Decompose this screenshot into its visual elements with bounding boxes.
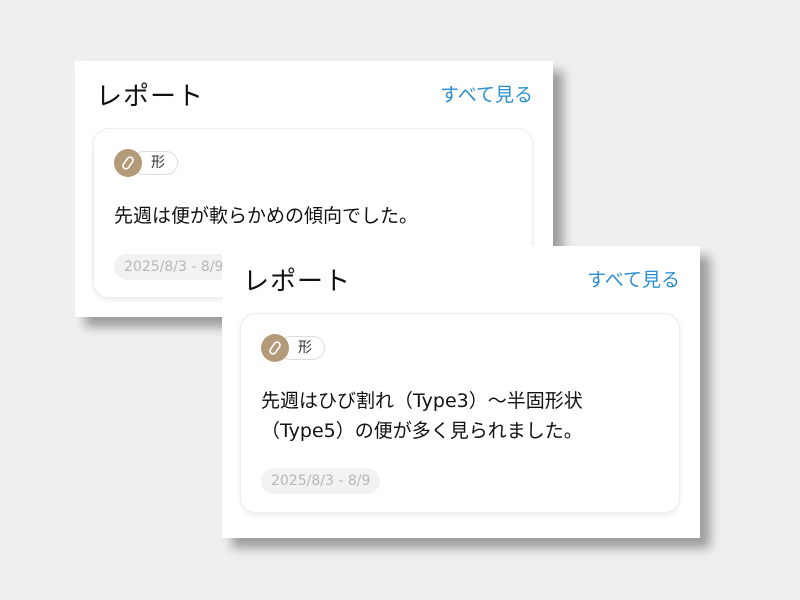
see-all-link[interactable]: すべて見る xyxy=(587,265,680,292)
shape-tag: 形 xyxy=(114,149,178,177)
see-all-link[interactable]: すべて見る xyxy=(440,80,533,107)
stool-icon xyxy=(261,334,289,362)
panel-title: レポート xyxy=(96,82,205,112)
stool-icon xyxy=(114,149,142,177)
panel-title: レポート xyxy=(243,267,352,297)
report-text: 先週は便が軟らかめの傾向でした。 xyxy=(114,205,419,227)
report-panel-front: レポート すべて見る 形 先週はひび割れ（Type3）〜半固形状（Type5）の… xyxy=(222,246,700,538)
shape-tag: 形 xyxy=(261,334,325,362)
date-range-badge: 2025/8/3 - 8/9 xyxy=(114,254,234,280)
report-text: 先週はひび割れ（Type3）〜半固形状（Type5）の便が多く見られました。 xyxy=(261,390,583,442)
date-range-badge: 2025/8/3 - 8/9 xyxy=(261,468,381,494)
report-card[interactable]: 形 先週はひび割れ（Type3）〜半固形状（Type5）の便が多く見られました。… xyxy=(240,313,680,513)
